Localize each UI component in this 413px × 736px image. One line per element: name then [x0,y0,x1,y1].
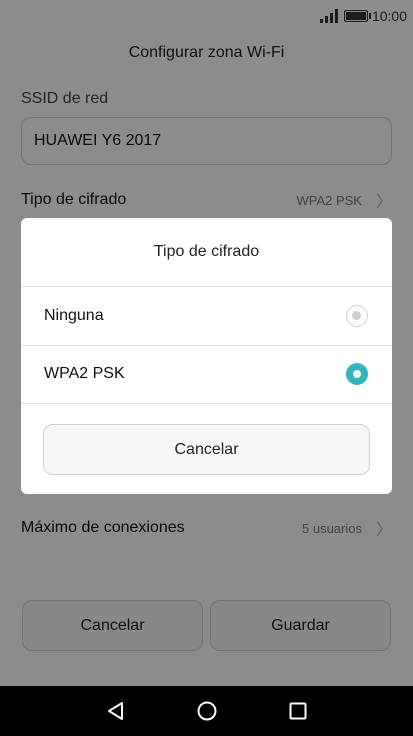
radio-selected-icon[interactable] [346,363,368,385]
back-button[interactable] [96,691,136,731]
square-recents-icon [289,702,306,720]
encryption-dialog: Tipo de cifrado Ninguna WPA2 PSK Cancela… [21,218,392,494]
recents-button[interactable] [278,691,318,731]
option-wpa2-label: WPA2 PSK [44,365,125,382]
option-none[interactable]: Ninguna [21,287,392,345]
dialog-cancel-button[interactable]: Cancelar [43,424,370,475]
home-button[interactable] [187,691,227,731]
dialog-title: Tipo de cifrado [153,243,260,260]
circle-home-icon [197,701,216,721]
navigation-bar [0,686,413,736]
triangle-back-icon [107,702,123,720]
radio-unselected-icon[interactable] [346,305,368,327]
option-wpa2-psk[interactable]: WPA2 PSK [21,345,392,403]
option-none-label: Ninguna [44,307,104,324]
divider [21,403,392,404]
